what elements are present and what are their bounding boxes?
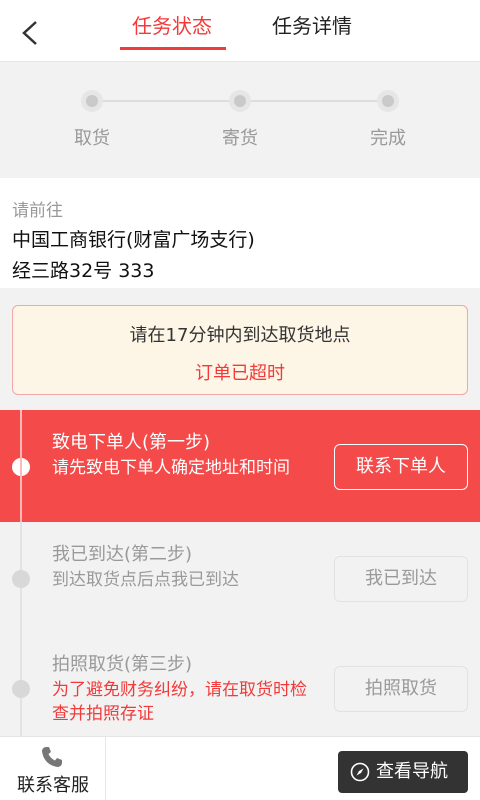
photo-pickup-button[interactable]: 拍照取货	[334, 666, 468, 712]
back-button[interactable]	[8, 8, 52, 54]
step-dot	[12, 680, 30, 698]
progress-line	[251, 100, 377, 102]
contact-orderer-button[interactable]: 联系下单人	[334, 444, 468, 490]
progress-line	[103, 100, 229, 102]
progress-label-complete: 完成	[370, 128, 406, 149]
view-navigation-button[interactable]: 查看导航	[338, 751, 468, 793]
progress-tracker: 取货 寄货 完成	[0, 62, 480, 166]
step-description: 为了避免财务纠纷，请在取货时检查并拍照存证	[52, 680, 307, 724]
countdown-notice: 请在17分钟内到达取货地点 订单已超时	[12, 305, 468, 395]
countdown-text: 请在17分钟内到达取货地点	[129, 325, 351, 346]
progress-node-send	[229, 90, 251, 112]
chevron-left-icon	[22, 21, 37, 45]
destination-hint: 请前往	[12, 201, 63, 221]
view-navigation-label: 查看导航	[376, 761, 448, 782]
step-description: 请先致电下单人确定地址和时间	[52, 458, 290, 478]
destination-card: 请前往 中国工商银行(财富广场支行) 经三路32号 333	[0, 178, 480, 288]
destination-name: 中国工商银行(财富广场支行)	[12, 229, 255, 251]
arrived-button[interactable]: 我已到达	[334, 556, 468, 602]
header: 任务状态 任务详情	[0, 0, 480, 62]
step-arrived: 我已到达(第二步) 到达取货点后点我已到达 我已到达	[0, 522, 480, 632]
step-call-orderer: 致电下单人(第一步) 请先致电下单人确定地址和时间 联系下单人	[0, 410, 480, 522]
contact-service-button[interactable]: 联系客服	[0, 737, 106, 800]
step-dot	[12, 570, 30, 588]
contact-service-label: 联系客服	[17, 775, 89, 796]
progress-label-pickup: 取货	[74, 128, 110, 149]
task-steps: 致电下单人(第一步) 请先致电下单人确定地址和时间 联系下单人 我已到达(第二步…	[0, 410, 480, 740]
timeout-status: 订单已超时	[195, 363, 285, 384]
tab-task-detail[interactable]: 任务详情	[258, 10, 366, 50]
compass-icon	[350, 762, 370, 782]
progress-node-pickup	[81, 90, 103, 112]
tab-task-status[interactable]: 任务状态	[118, 10, 226, 50]
step-title: 拍照取货(第三步)	[52, 654, 193, 675]
progress-node-complete	[377, 90, 399, 112]
step-photo-pickup: 拍照取货(第三步) 为了避免财务纠纷，请在取货时检查并拍照存证 拍照取货	[0, 632, 480, 742]
destination-address: 经三路32号 333	[12, 260, 155, 282]
progress-label-send: 寄货	[222, 128, 258, 149]
step-dot	[12, 410, 30, 522]
step-title: 致电下单人(第一步)	[52, 432, 211, 453]
phone-icon	[42, 747, 62, 767]
step-title: 我已到达(第二步)	[52, 544, 193, 565]
bottom-bar: 联系客服 查看导航	[0, 736, 480, 800]
step-description: 到达取货点后点我已到达	[52, 570, 239, 590]
